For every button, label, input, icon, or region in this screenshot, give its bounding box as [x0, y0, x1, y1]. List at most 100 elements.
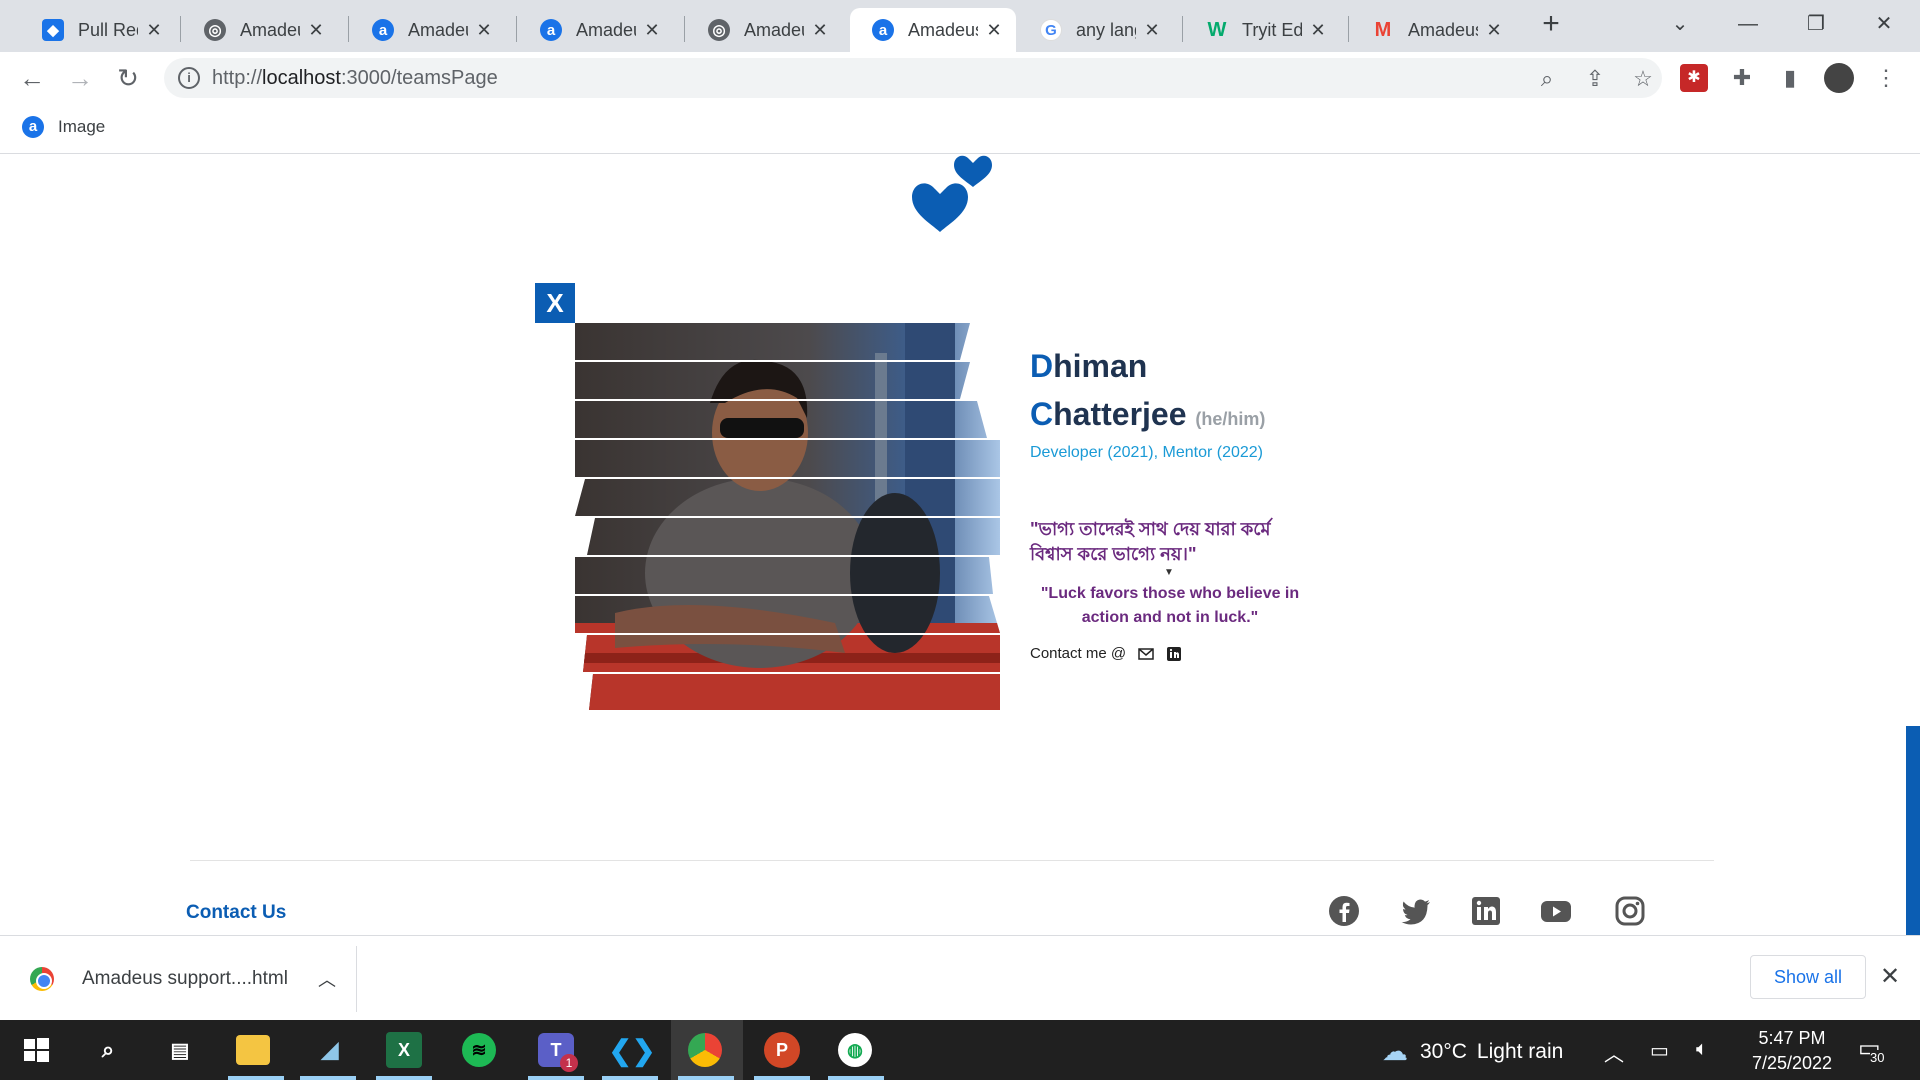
show-all-button[interactable]: Show all [1750, 955, 1866, 999]
youtube-icon[interactable] [1540, 895, 1572, 927]
bookmark-image[interactable]: a Image [22, 116, 105, 138]
restore-button[interactable]: ❐ [1786, 6, 1846, 42]
close-tab-icon[interactable]: ✕ [1142, 20, 1162, 41]
notepad-icon[interactable]: ◢ [310, 1030, 350, 1070]
close-tab-icon[interactable]: ✕ [1484, 20, 1504, 41]
extensions-puzzle-icon[interactable]: ✚ [1728, 64, 1756, 92]
volume-icon[interactable]: 🔈︎ [1696, 1038, 1708, 1061]
url-scheme: http:// [212, 67, 263, 89]
zoom-icon[interactable]: ⌕ [1534, 66, 1560, 92]
tab-google-search[interactable]: G any lang ✕ [1018, 8, 1174, 52]
spotify-icon[interactable]: ≋ [462, 1033, 496, 1067]
powerpoint-icon[interactable]: P [764, 1032, 800, 1068]
email-icon[interactable] [1138, 647, 1154, 661]
rain-cloud-icon: ☁ [1382, 1036, 1408, 1066]
caret-down-icon: ▼ [1164, 567, 1174, 578]
pronouns: (he/him) [1195, 409, 1266, 429]
quote-bengali: "ভাগ্য তাদেরই সাথ দেয় যারা কর্মে বিশ্বা… [1030, 519, 1271, 564]
tab-title: Amadeus [576, 19, 636, 40]
address-bar[interactable]: i http://localhost:3000/teamsPage ⌕ ⇪ ☆ [164, 58, 1662, 98]
close-tab-icon[interactable]: ✕ [474, 20, 494, 41]
new-tab-button[interactable]: + [1536, 9, 1566, 40]
close-label: X [546, 288, 564, 318]
quote-english: "Luck favors those who believe in action… [1040, 585, 1300, 626]
url-path: :3000/teamsPage [340, 67, 498, 89]
amadeus-bookmark-icon: a [22, 116, 44, 138]
contact-us-heading[interactable]: Contact Us [186, 902, 286, 924]
bookmarks-bar: a Image [0, 104, 1920, 154]
minimize-button[interactable]: — [1718, 6, 1778, 42]
teams-page: X Dhiman Chatterjee (he/him) Developer (… [0, 155, 1920, 935]
tab-title: Amadeus [408, 19, 468, 40]
windows-start-icon[interactable] [16, 1030, 56, 1070]
close-window-button[interactable]: ✕ [1854, 6, 1914, 42]
teams-notification-badge: 1 [560, 1054, 578, 1072]
windows-taskbar: ⌕ ▤ ◢ X ≋ T 1 ❮❯ P ◍ ☁ 30°C Light rain ︿… [0, 1020, 1920, 1080]
menu-kebab-icon[interactable]: ⋮ [1872, 64, 1900, 92]
side-panel-icon[interactable]: ▮ [1776, 64, 1804, 92]
chrome-taskbar-icon[interactable] [688, 1033, 722, 1067]
bookmark-star-icon[interactable]: ☆ [1630, 66, 1656, 92]
extension-red-icon[interactable]: ✱ [1680, 64, 1708, 92]
profile-avatar[interactable] [1824, 63, 1854, 93]
share-icon[interactable]: ⇪ [1582, 66, 1608, 92]
linkedin-icon[interactable] [1166, 646, 1182, 662]
close-tab-icon[interactable]: ✕ [984, 20, 1004, 41]
close-profile-button[interactable]: X [535, 283, 575, 323]
task-view-icon[interactable]: ▤ [160, 1030, 200, 1070]
tab-strip: ◆ Pull Requ ✕ ◎ Amadeus ✕ a Amadeus ✕ a … [0, 0, 1920, 52]
close-tab-icon[interactable]: ✕ [144, 20, 164, 41]
instagram-icon[interactable] [1614, 895, 1646, 927]
weather-temp: 30°C [1420, 1039, 1467, 1063]
linkedin-footer-icon[interactable] [1470, 895, 1502, 927]
browser-toolbar: ← → ↻ i http://localhost:3000/teamsPage … [0, 52, 1920, 104]
tab-gmail[interactable]: M Amadeus ✕ [1350, 8, 1516, 52]
first-initial: D [1030, 348, 1054, 384]
facebook-icon[interactable] [1328, 895, 1360, 927]
close-tab-icon[interactable]: ✕ [306, 20, 326, 41]
tab-pull-requests[interactable]: ◆ Pull Requ ✕ [20, 8, 176, 52]
globe-tab-icon: ◎ [204, 19, 226, 41]
battery-icon[interactable]: ▭ [1650, 1038, 1669, 1063]
download-item[interactable]: Amadeus support....html ︿ [30, 966, 336, 992]
tab-amadeus-1[interactable]: ◎ Amadeus ✕ [182, 8, 338, 52]
tab-amadeus-active[interactable]: a Amadeus ✕ [850, 8, 1016, 52]
download-divider [356, 946, 357, 1012]
close-tab-icon[interactable]: ✕ [810, 20, 830, 41]
tab-tryit-editor[interactable]: W Tryit Edit ✕ [1184, 8, 1340, 52]
tab-amadeus-2[interactable]: a Amadeus ✕ [350, 8, 506, 52]
google-tab-icon: G [1040, 19, 1062, 41]
member-name: Dhiman Chatterjee (he/him) [1030, 342, 1265, 443]
close-icon[interactable]: ✕ [1880, 962, 1900, 991]
site-info-icon[interactable]: i [178, 67, 200, 89]
notification-center-icon[interactable]: ▭ 30 [1858, 1034, 1888, 1065]
contact-row: Contact me @ [1030, 645, 1182, 662]
weather-desc: Light rain [1476, 1039, 1564, 1063]
chrome-icon [30, 967, 54, 991]
reload-button[interactable]: ↻ [112, 62, 144, 94]
close-tab-icon[interactable]: ✕ [1308, 20, 1328, 41]
chevron-up-icon[interactable]: ︿ [318, 966, 336, 992]
tab-amadeus-3[interactable]: a Amadeus ✕ [518, 8, 674, 52]
clock-date: 7/25/2022 [1751, 1053, 1833, 1073]
url-text[interactable]: http://localhost:3000/teamsPage [212, 67, 498, 90]
back-button[interactable]: ← [16, 62, 48, 94]
close-tab-icon[interactable]: ✕ [642, 20, 662, 41]
system-clock[interactable]: 5:47 PM 7/25/2022 [1742, 1026, 1842, 1076]
mongodb-compass-icon[interactable]: ◍ [838, 1033, 872, 1067]
shield-tab-icon: ◆ [42, 19, 64, 41]
hidden-icons-chevron-icon[interactable]: ︿ [1604, 1038, 1624, 1067]
excel-icon[interactable]: X [386, 1032, 422, 1068]
tab-title: any lang [1076, 19, 1136, 40]
tab-amadeus-4[interactable]: ◎ Amadeus ✕ [686, 8, 842, 52]
tab-title: Amadeus [908, 19, 978, 40]
vscode-icon[interactable]: ❮❯ [609, 1030, 656, 1070]
weather-widget[interactable]: ☁ 30°C Light rain [1382, 1036, 1563, 1067]
file-explorer-icon[interactable] [236, 1035, 270, 1065]
notification-count: 30 [1870, 1050, 1885, 1065]
tab-search-button[interactable]: ⌄ [1650, 6, 1710, 42]
member-roles: Developer (2021), Mentor (2022) [1030, 444, 1264, 461]
search-icon[interactable]: ⌕ [88, 1030, 128, 1070]
forward-button[interactable]: → [64, 62, 96, 94]
twitter-icon[interactable] [1400, 895, 1432, 927]
